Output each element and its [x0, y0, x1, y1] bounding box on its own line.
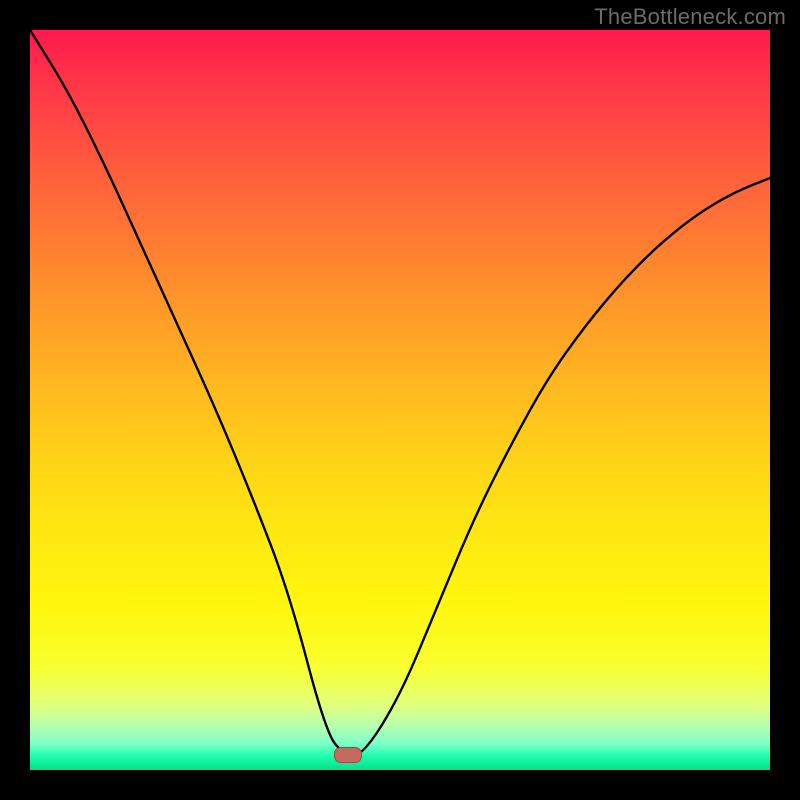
watermark-text: TheBottleneck.com	[594, 4, 786, 30]
sweet-spot-marker	[334, 747, 362, 763]
curve-path	[30, 30, 770, 755]
chart-frame: TheBottleneck.com	[0, 0, 800, 800]
bottleneck-curve	[30, 30, 770, 770]
plot-area	[30, 30, 770, 770]
